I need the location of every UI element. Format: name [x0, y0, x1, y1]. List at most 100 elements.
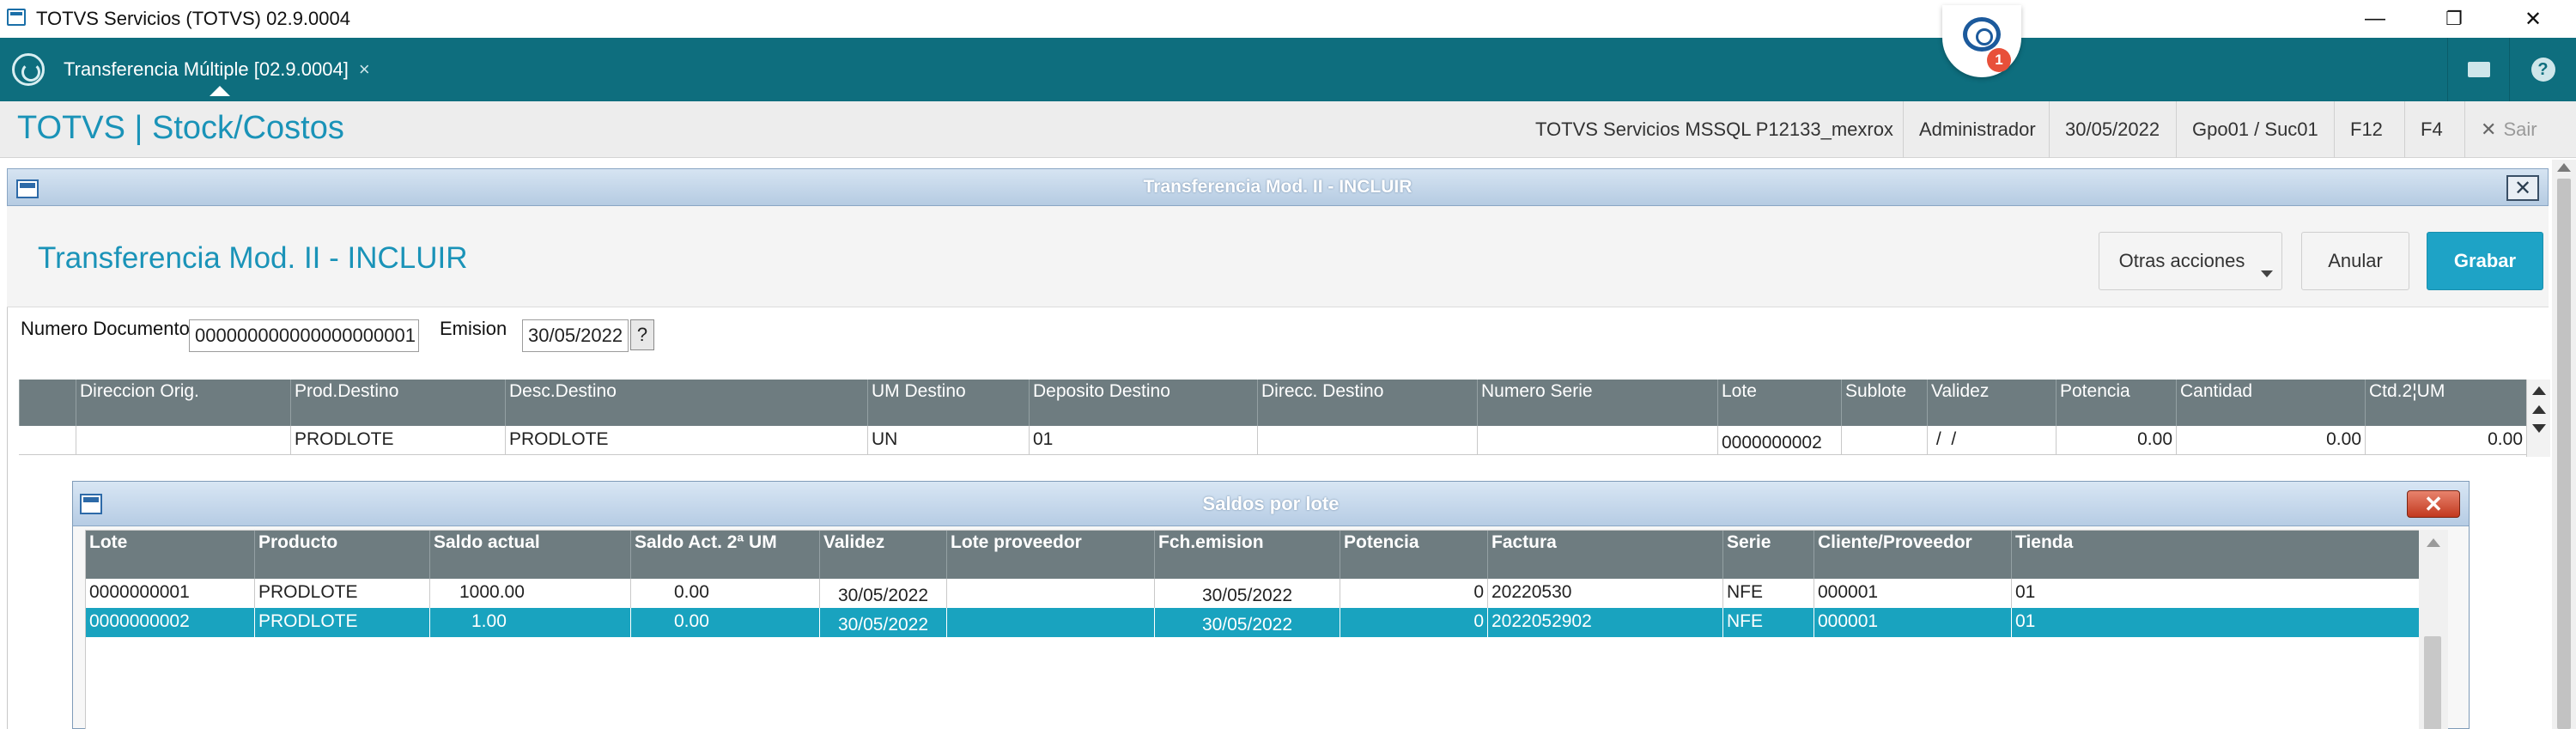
scroll-down-icon[interactable]: [2532, 424, 2546, 433]
col-validez[interactable]: Validez: [1927, 380, 2056, 426]
cell-lote-proveedor[interactable]: [946, 608, 1154, 637]
environment-info[interactable]: TOTVS Servicios MSSQL P12133_mexrox: [1520, 101, 1909, 158]
cell-prod-destino[interactable]: PRODLOTE: [290, 426, 505, 455]
cell-fch-emision[interactable]: 30/05/2022: [1154, 579, 1340, 608]
scroll-up-icon[interactable]: [2557, 163, 2571, 172]
col-potencia[interactable]: Potencia: [1340, 531, 1487, 579]
col-lote[interactable]: Lote: [86, 531, 254, 579]
cell-numero-serie[interactable]: [1477, 426, 1717, 455]
date-lookup-button[interactable]: ?: [630, 319, 654, 350]
cell-validez[interactable]: 30/05/2022: [819, 608, 946, 637]
table-row[interactable]: PRODLOTE PRODLOTE UN 01 0000000002 / / 0…: [19, 426, 2526, 455]
scroll-thumb[interactable]: [2424, 636, 2441, 729]
cell-serie[interactable]: NFE: [1722, 579, 1814, 608]
cell-saldo-actual[interactable]: 1.00: [429, 608, 630, 637]
cell-direccion-orig[interactable]: [76, 426, 290, 455]
cell-potencia[interactable]: 0: [1340, 608, 1487, 637]
close-window-button[interactable]: ✕: [2494, 0, 2573, 38]
col-direcc-destino[interactable]: Direcc. Destino: [1257, 380, 1477, 426]
cell-um-destino[interactable]: UN: [867, 426, 1029, 455]
scroll-up-icon[interactable]: [2532, 405, 2546, 414]
tab-close-icon[interactable]: ×: [359, 58, 370, 81]
col-cliente-proveedor[interactable]: Cliente/Proveedor: [1814, 531, 2011, 579]
mail-button[interactable]: [2447, 38, 2509, 101]
cell-lote[interactable]: 0000000002: [1717, 426, 1841, 455]
col-serie[interactable]: Serie: [1722, 531, 1814, 579]
cell-factura[interactable]: 20220530: [1487, 579, 1722, 608]
cell-producto[interactable]: PRODLOTE: [254, 579, 429, 608]
cell-lote[interactable]: 0000000002: [86, 608, 254, 637]
cell-deposito-destino[interactable]: 01: [1029, 426, 1257, 455]
col-factura[interactable]: Factura: [1487, 531, 1722, 579]
f4-key[interactable]: F4: [2404, 101, 2458, 158]
cell-serie[interactable]: NFE: [1722, 608, 1814, 637]
col-lote[interactable]: Lote: [1717, 380, 1841, 426]
scroll-thumb[interactable]: [2557, 179, 2571, 729]
cell-tienda[interactable]: 01: [2011, 608, 2421, 637]
cell-saldo-actual[interactable]: 1000.00: [429, 579, 630, 608]
lot-grid-scrollbar[interactable]: [2419, 530, 2448, 729]
lot-dialog-close-button[interactable]: ✕: [2407, 490, 2460, 518]
restore-button[interactable]: ❐: [2415, 0, 2494, 38]
help-button[interactable]: ?: [2509, 38, 2576, 101]
col-saldo-actual[interactable]: Saldo actual: [429, 531, 630, 579]
lot-dialog-title-bar: Saldos por lote ✕: [73, 482, 2469, 526]
cell-validez[interactable]: 30/05/2022: [819, 579, 946, 608]
col-um-destino[interactable]: UM Destino: [867, 380, 1029, 426]
cell-lote[interactable]: 0000000001: [86, 579, 254, 608]
cell-fch-emision[interactable]: 30/05/2022: [1154, 608, 1340, 637]
cell-potencia[interactable]: 0.00: [2056, 426, 2176, 455]
cell-cantidad[interactable]: 0.00: [2176, 426, 2365, 455]
col-fch-emision[interactable]: Fch.emision: [1154, 531, 1340, 579]
cell-producto[interactable]: PRODLOTE: [254, 608, 429, 637]
scroll-top-icon[interactable]: [2532, 386, 2546, 395]
col-deposito-destino[interactable]: Deposito Destino: [1029, 380, 1257, 426]
cell-cliente-proveedor[interactable]: 000001: [1814, 608, 2011, 637]
exit-button[interactable]: ✕ Sair: [2464, 101, 2553, 158]
table-row[interactable]: 0000000001 PRODLOTE 1000.00 0.00 30/05/2…: [86, 579, 2421, 608]
cancel-button[interactable]: Anular: [2301, 232, 2409, 290]
col-cantidad[interactable]: Cantidad: [2176, 380, 2365, 426]
page-scrollbar[interactable]: [2552, 160, 2576, 729]
save-button[interactable]: Grabar: [2427, 232, 2543, 290]
col-ctd-2um[interactable]: Ctd.2¦UM: [2365, 380, 2526, 426]
cell-sublote[interactable]: [1841, 426, 1927, 455]
grid-scrollbar[interactable]: [2526, 380, 2550, 457]
cell-desc-destino[interactable]: PRODLOTE: [505, 426, 867, 455]
cell-ctd-2um[interactable]: 0.00: [2365, 426, 2526, 455]
cell-saldo-act-2um[interactable]: 0.00: [630, 608, 819, 637]
help-icon: ?: [2530, 58, 2555, 82]
col-potencia[interactable]: Potencia: [2056, 380, 2176, 426]
doc-number-input[interactable]: 000000000000000000001: [189, 319, 419, 352]
col-producto[interactable]: Producto: [254, 531, 429, 579]
col-sublote[interactable]: Sublote: [1841, 380, 1927, 426]
other-actions-button[interactable]: Otras acciones: [2099, 232, 2282, 290]
cell-factura[interactable]: 2022052902: [1487, 608, 1722, 637]
table-row-selected[interactable]: 0000000002 PRODLOTE 1.00 0.00 30/05/2022…: [86, 608, 2421, 637]
user-info[interactable]: Administrador: [1903, 101, 2051, 158]
col-direccion-orig[interactable]: Direccion Orig.: [76, 380, 290, 426]
scroll-up-icon[interactable]: [2427, 538, 2440, 547]
cell-cliente-proveedor[interactable]: 000001: [1814, 579, 2011, 608]
date-info[interactable]: 30/05/2022: [2049, 101, 2175, 158]
f12-key[interactable]: F12: [2334, 101, 2398, 158]
col-saldo-act-2um[interactable]: Saldo Act. 2ª UM: [630, 531, 819, 579]
cell-validez[interactable]: / /: [1927, 426, 2056, 455]
cell-tienda[interactable]: 01: [2011, 579, 2421, 608]
col-lote-proveedor[interactable]: Lote proveedor: [946, 531, 1154, 579]
minimize-button[interactable]: —: [2336, 0, 2415, 38]
col-tienda[interactable]: Tienda: [2011, 531, 2421, 579]
col-prod-destino[interactable]: Prod.Destino: [290, 380, 505, 426]
branch-info[interactable]: Gpo01 / Suc01: [2176, 101, 2334, 158]
col-desc-destino[interactable]: Desc.Destino: [505, 380, 867, 426]
cell-lote-proveedor[interactable]: [946, 579, 1154, 608]
cell-potencia[interactable]: 0: [1340, 579, 1487, 608]
col-numero-serie[interactable]: Numero Serie: [1477, 380, 1717, 426]
dialog-close-button[interactable]: ✕: [2506, 175, 2539, 201]
emission-date-input[interactable]: 30/05/2022: [522, 319, 629, 352]
col-validez[interactable]: Validez: [819, 531, 946, 579]
cell-direcc-destino[interactable]: [1257, 426, 1477, 455]
home-menu-icon[interactable]: [12, 53, 45, 86]
tab-transferencia-multiple[interactable]: Transferencia Múltiple [02.9.0004] ×: [64, 50, 370, 89]
cell-saldo-act-2um[interactable]: 0.00: [630, 579, 819, 608]
